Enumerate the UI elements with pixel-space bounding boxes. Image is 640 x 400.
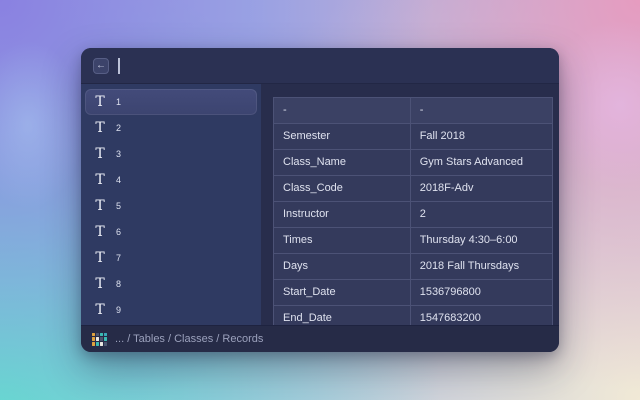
sidebar-item-label: 9 [116, 305, 121, 315]
search-input[interactable] [118, 55, 547, 77]
table-row[interactable]: Instructor 2 [274, 202, 553, 228]
table-row[interactable]: Start_Date 1536796800 [274, 280, 553, 306]
window-topbar: ← [81, 48, 559, 84]
text-caret [118, 58, 120, 74]
text-field-icon: T [94, 277, 106, 291]
sidebar-item-record-8[interactable]: T 8 [85, 271, 257, 297]
sidebar-item-label: 2 [116, 123, 121, 133]
sidebar-item-label: 6 [116, 227, 121, 237]
text-field-icon: T [94, 225, 106, 239]
text-field-icon: T [94, 303, 106, 317]
field-key-cell: Class_Code [274, 176, 411, 202]
record-field-table: - - Semester Fall 2018 Class_Name Gym St… [273, 97, 553, 325]
sidebar-item-record-4[interactable]: T 4 [85, 167, 257, 193]
field-key-cell: Instructor [274, 202, 411, 228]
table-row[interactable]: Class_Code 2018F-Adv [274, 176, 553, 202]
field-key-cell: Start_Date [274, 280, 411, 306]
record-detail-panel: - - Semester Fall 2018 Class_Name Gym St… [261, 84, 559, 325]
sidebar-item-label: 5 [116, 201, 121, 211]
sidebar-item-record-5[interactable]: T 5 [85, 193, 257, 219]
text-field-icon: T [94, 199, 106, 213]
field-value-cell: 2018F-Adv [410, 176, 552, 202]
field-value-cell: 2 [410, 202, 552, 228]
records-sidebar: T 1 T 2 T 3 T 4 T 5 [81, 84, 261, 325]
app-window: ← T 1 T 2 T 3 T [81, 48, 559, 352]
table-grid-icon [92, 333, 107, 346]
table-row[interactable]: Times Thursday 4:30–6:00 [274, 228, 553, 254]
table-row[interactable]: - - [274, 98, 553, 124]
field-value-cell: - [410, 98, 552, 124]
window-body: T 1 T 2 T 3 T 4 T 5 [81, 84, 559, 325]
table-row[interactable]: End_Date 1547683200 [274, 306, 553, 326]
field-value-cell: Fall 2018 [410, 124, 552, 150]
text-field-icon: T [94, 95, 106, 109]
sidebar-item-label: 7 [116, 253, 121, 263]
field-key-cell: - [274, 98, 411, 124]
field-value-cell: Thursday 4:30–6:00 [410, 228, 552, 254]
field-value-cell: 1547683200 [410, 306, 552, 326]
sidebar-item-record-9[interactable]: T 9 [85, 297, 257, 323]
field-key-cell: Times [274, 228, 411, 254]
text-field-icon: T [94, 147, 106, 161]
sidebar-item-record-1[interactable]: T 1 [85, 89, 257, 115]
sidebar-item-record-7[interactable]: T 7 [85, 245, 257, 271]
text-field-icon: T [94, 251, 106, 265]
field-key-cell: Class_Name [274, 150, 411, 176]
status-bar: ... / Tables / Classes / Records [81, 325, 559, 352]
table-row[interactable]: Days 2018 Fall Thursdays [274, 254, 553, 280]
text-field-icon: T [94, 173, 106, 187]
sidebar-item-record-2[interactable]: T 2 [85, 115, 257, 141]
table-row[interactable]: Semester Fall 2018 [274, 124, 553, 150]
field-value-cell: Gym Stars Advanced [410, 150, 552, 176]
sidebar-item-record-6[interactable]: T 6 [85, 219, 257, 245]
desktop-background: ← T 1 T 2 T 3 T [0, 0, 640, 400]
sidebar-item-label: 3 [116, 149, 121, 159]
field-value-cell: 2018 Fall Thursdays [410, 254, 552, 280]
field-key-cell: Days [274, 254, 411, 280]
text-field-icon: T [94, 121, 106, 135]
sidebar-item-label: 8 [116, 279, 121, 289]
field-key-cell: End_Date [274, 306, 411, 326]
field-value-cell: 1536796800 [410, 280, 552, 306]
sidebar-item-record-3[interactable]: T 3 [85, 141, 257, 167]
back-button[interactable]: ← [93, 58, 109, 74]
breadcrumb[interactable]: ... / Tables / Classes / Records [115, 333, 263, 345]
sidebar-item-label: 4 [116, 175, 121, 185]
sidebar-item-label: 1 [116, 97, 121, 107]
field-key-cell: Semester [274, 124, 411, 150]
table-row[interactable]: Class_Name Gym Stars Advanced [274, 150, 553, 176]
